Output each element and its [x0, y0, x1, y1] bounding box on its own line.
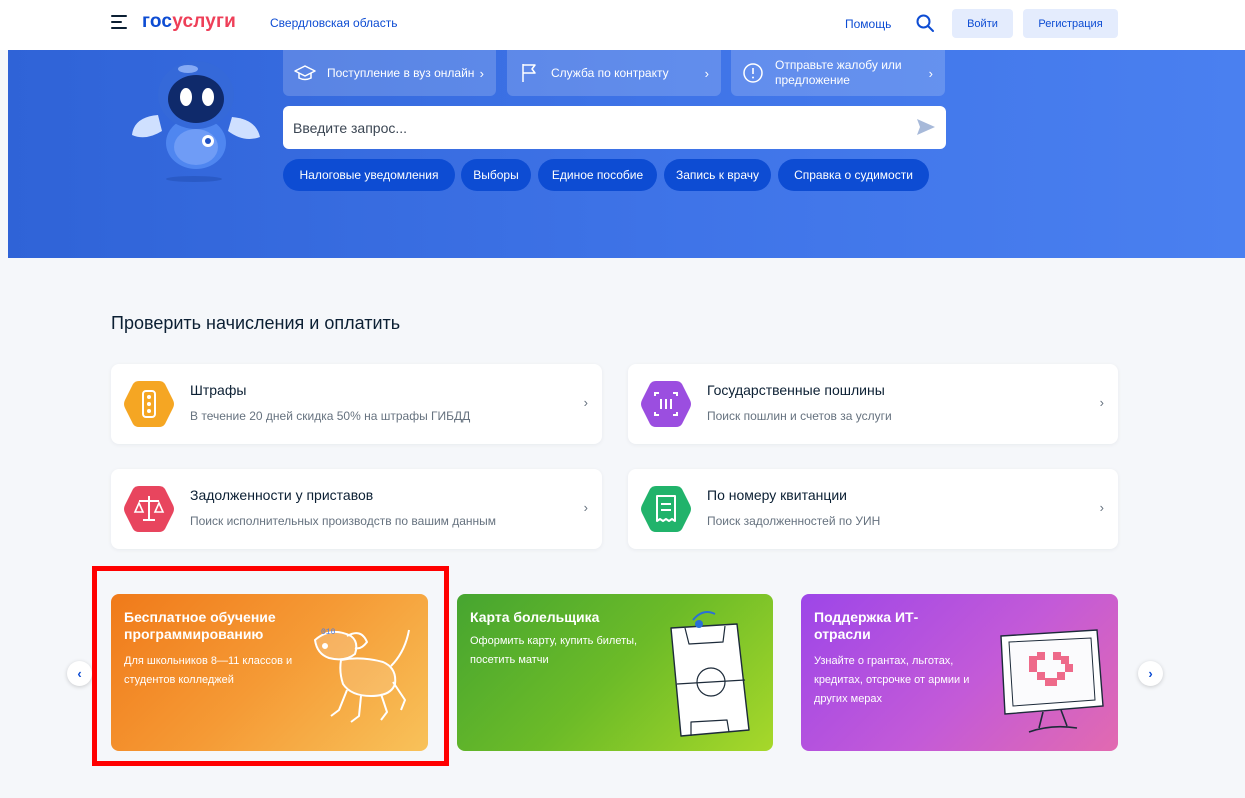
robot-assistant-icon[interactable]: [128, 55, 264, 185]
promo-card-programming[interactable]: Бесплатное обучение программированию Для…: [111, 594, 428, 751]
search-icon[interactable]: [914, 12, 936, 34]
monitor-heart-icon: [1000, 629, 1104, 733]
robot-dog-icon: 010: [314, 628, 410, 723]
service-card-fines[interactable]: Штрафы В течение 20 дней скидка 50% на ш…: [111, 364, 602, 444]
chevron-right-icon: ›: [1099, 395, 1104, 410]
send-icon[interactable]: [916, 118, 936, 136]
carousel-prev-button[interactable]: ‹: [67, 661, 92, 686]
service-card-receipt-number[interactable]: По номеру квитанции Поиск задолженностей…: [628, 469, 1118, 549]
service-title: По номеру квитанции: [707, 487, 847, 503]
region-selector[interactable]: Свердловская область: [270, 16, 397, 30]
quicklink-complaint[interactable]: Отправьте жалобу или предложение ›: [731, 50, 945, 96]
scales-icon: [124, 486, 174, 532]
section-title: Проверить начисления и оплатить: [111, 313, 401, 333]
quicklink-label: Поступление в вуз онлайн: [327, 65, 475, 80]
gosuslugi-logo[interactable]: госуслуги: [142, 11, 236, 33]
quicklink-contract-service[interactable]: Служба по контракту ›: [507, 50, 721, 96]
search-input[interactable]: [293, 116, 893, 140]
svg-text:010: 010: [321, 628, 336, 637]
promo-title: Бесплатное обучение программированию: [124, 609, 276, 642]
flag-icon: [522, 64, 536, 82]
receipt-icon: [641, 486, 691, 532]
quicklink-admission[interactable]: Поступление в вуз онлайн ›: [283, 50, 496, 96]
chip-unified-benefit[interactable]: Единое пособие: [538, 159, 657, 191]
chevron-right-icon: ›: [583, 395, 588, 410]
barcode-scan-icon: [641, 381, 691, 427]
graduation-cap-icon: [294, 65, 316, 81]
chevron-right-icon: ›: [1099, 500, 1104, 515]
service-title: Задолженности у приставов: [190, 487, 374, 503]
promo-card-fan-card[interactable]: Карта болельщика Оформить карту, купить …: [457, 594, 773, 751]
promo-description: Оформить карту, купить билеты, посетить …: [470, 635, 638, 666]
site-header: госуслуги Свердловская область Помощь Во…: [0, 0, 1245, 50]
register-button[interactable]: Регистрация: [1023, 9, 1118, 38]
chevron-right-icon: ›: [479, 65, 484, 81]
service-card-state-duties[interactable]: Государственные пошлины Поиск пошлин и с…: [628, 364, 1118, 444]
quicklink-label: Отправьте жалобу или предложение: [775, 58, 902, 87]
chip-criminal-record[interactable]: Справка о судимости: [778, 159, 929, 191]
quicklink-label: Служба по контракту: [551, 65, 669, 80]
service-description: Поиск исполнительных производств по ваши…: [190, 514, 497, 528]
service-description: В течение 20 дней скидка 50% на штрафы Г…: [190, 409, 471, 423]
service-card-bailiff-debts[interactable]: Задолженности у приставов Поиск исполнит…: [111, 469, 602, 549]
service-description: Поиск пошлин и счетов за услуги: [707, 409, 892, 423]
football-field-icon: [670, 611, 750, 737]
search-bar: [283, 106, 946, 149]
service-description: Поиск задолженностей по УИН: [707, 514, 881, 528]
promo-title: Поддержка ИТ-отрасли: [814, 609, 919, 642]
chevron-right-icon: ›: [928, 65, 933, 81]
login-button[interactable]: Войти: [952, 9, 1013, 38]
chip-elections[interactable]: Выборы: [461, 159, 531, 191]
service-title: Штрафы: [190, 382, 247, 398]
promo-card-it-support[interactable]: Поддержка ИТ-отрасли Узнайте о грантах, …: [801, 594, 1118, 751]
chip-tax-notices[interactable]: Налоговые уведомления: [283, 159, 455, 191]
chevron-right-icon: ›: [704, 65, 709, 81]
alert-circle-icon: [743, 63, 763, 83]
promo-title: Карта болельщика: [470, 609, 600, 625]
chevron-right-icon: ›: [583, 500, 588, 515]
service-title: Государственные пошлины: [707, 382, 885, 398]
carousel-next-button[interactable]: ›: [1138, 661, 1163, 686]
promo-description: Узнайте о грантах, льготах, кредитах, от…: [814, 655, 970, 705]
traffic-light-icon: [124, 381, 174, 427]
help-link[interactable]: Помощь: [845, 17, 891, 31]
chip-doctor-appointment[interactable]: Запись к врачу: [664, 159, 771, 191]
promo-description: Для школьников 8—11 классов и студентов …: [124, 655, 293, 686]
menu-icon[interactable]: [111, 15, 127, 29]
